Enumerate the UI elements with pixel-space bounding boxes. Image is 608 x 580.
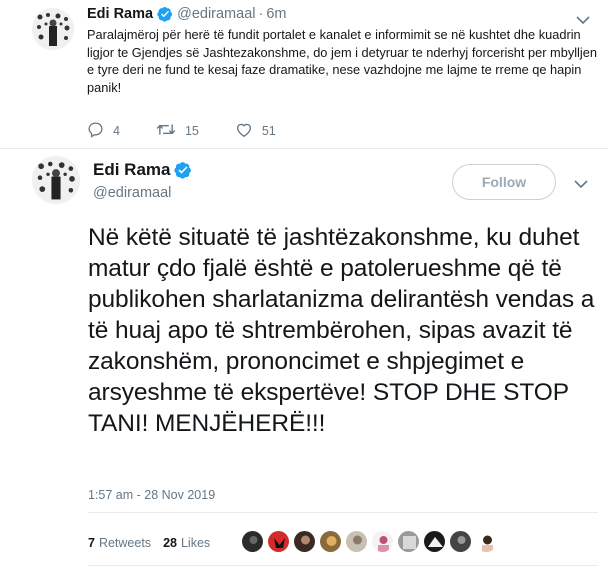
tweet-header: Edi Rama @ediramaal · 6m (87, 6, 286, 22)
tweet-stats: 7 Retweets 28 Likes (88, 536, 222, 550)
chevron-down-icon[interactable] (576, 12, 590, 25)
follow-button[interactable]: Follow (452, 164, 556, 200)
avatar[interactable] (32, 8, 74, 50)
retweet-button[interactable]: 15 (156, 121, 199, 141)
author-name[interactable]: Edi Rama (87, 6, 153, 22)
divider (88, 512, 598, 513)
liker-avatar[interactable] (241, 530, 264, 553)
retweets-count: 7 (88, 536, 95, 550)
likes-count: 28 (163, 536, 177, 550)
liker-avatar[interactable] (449, 530, 472, 553)
divider (0, 148, 608, 149)
separator-dot: · (258, 6, 264, 22)
retweets-stat[interactable]: 7 Retweets (88, 536, 151, 550)
verified-badge-icon (174, 161, 192, 179)
retweets-label: Retweets (98, 536, 152, 550)
avatar[interactable] (32, 156, 80, 204)
author-handle[interactable]: @ediramaal (93, 185, 171, 201)
heart-icon (235, 121, 262, 141)
liker-avatar[interactable] (267, 530, 290, 553)
like-button[interactable]: 51 (235, 121, 276, 141)
tweet-text: Paralajmëroj për herë të fundit portalet… (87, 27, 597, 95)
reply-button[interactable]: 4 (87, 121, 120, 141)
tweet-text: Në këtë situatë të jashtëzakonshme, ku d… (88, 224, 595, 437)
author-name-row: Edi Rama (93, 160, 196, 180)
tweet-actions: 4 15 51 (87, 121, 312, 141)
timestamp[interactable]: 6m (266, 6, 286, 22)
liker-avatar[interactable] (345, 530, 368, 553)
liker-avatar[interactable] (371, 530, 394, 553)
liker-avatar[interactable] (319, 530, 342, 553)
author-handle[interactable]: @ediramaal (177, 6, 255, 22)
liker-avatar[interactable] (397, 530, 420, 553)
retweet-icon (156, 121, 185, 141)
liker-avatar[interactable] (475, 530, 498, 553)
author-name[interactable]: Edi Rama (93, 160, 170, 180)
reply-icon (87, 121, 113, 141)
liker-avatar[interactable] (423, 530, 446, 553)
liker-avatars (241, 530, 501, 553)
likes-label: Likes (180, 536, 211, 550)
divider (88, 565, 598, 566)
liker-avatar[interactable] (293, 530, 316, 553)
verified-badge-icon (157, 6, 173, 22)
tweet-compact[interactable]: Edi Rama @ediramaal · 6m Paralajmëroj pë… (0, 0, 608, 150)
reply-count: 4 (113, 124, 120, 138)
likes-stat[interactable]: 28 Likes (163, 536, 210, 550)
like-count: 51 (261, 124, 276, 138)
retweet-count: 15 (184, 124, 199, 138)
chevron-down-icon[interactable] (574, 176, 588, 189)
tweet-timestamp[interactable]: 1:57 am - 28 Nov 2019 (88, 488, 215, 502)
